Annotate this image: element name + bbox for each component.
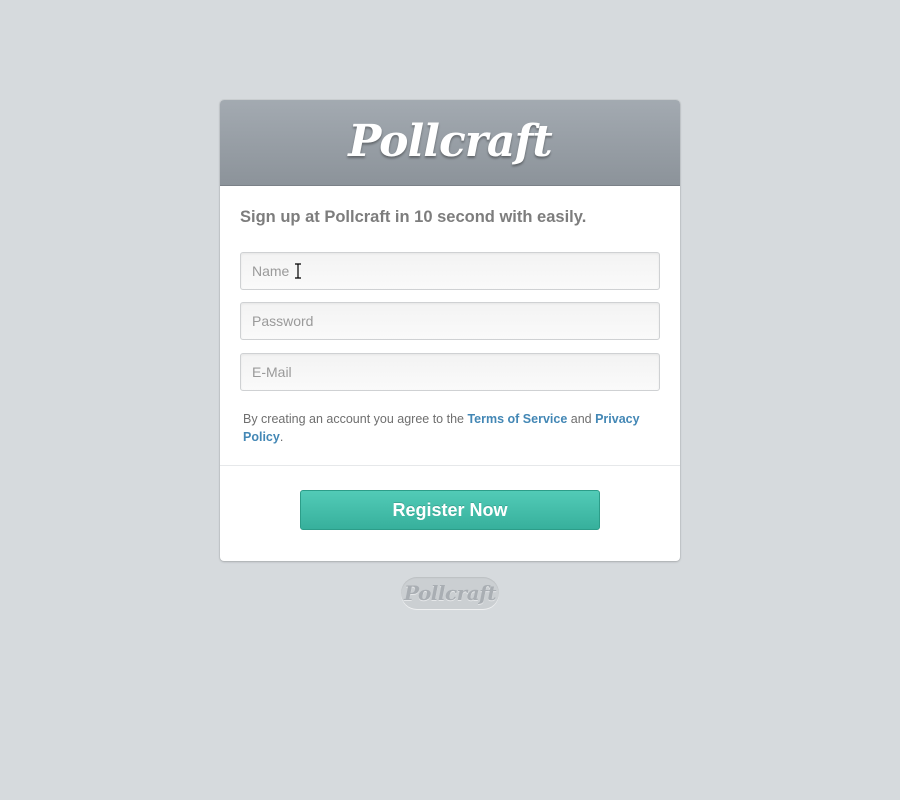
password-field[interactable] [240,302,660,340]
terms-notice: By creating an account you agree to the … [243,410,643,446]
card-header: Pollcraft [220,100,680,186]
signup-card: Pollcraft Sign up at Pollcraft in 10 sec… [220,100,680,561]
email-field[interactable] [240,353,660,391]
terms-of-service-link[interactable]: Terms of Service [467,412,567,426]
divider [220,465,680,466]
terms-prefix: By creating an account you agree to the [243,412,468,426]
email-input[interactable] [241,354,659,390]
name-field[interactable] [240,252,660,290]
brand-logo: Pollcraft [348,115,552,167]
name-input[interactable] [241,253,659,289]
text-cursor-icon [295,263,301,279]
terms-middle: and [567,412,596,426]
password-input[interactable] [241,303,659,339]
signup-intro: Sign up at Pollcraft in 10 second with e… [240,208,587,226]
button-row: Register Now [220,490,680,530]
register-button[interactable]: Register Now [300,490,600,530]
footer-logo-text: Pollcraft [403,581,497,605]
terms-suffix: . [279,430,284,444]
card-body: Sign up at Pollcraft in 10 second with e… [220,207,680,446]
footer-logo-badge[interactable]: Pollcraft [401,577,499,609]
